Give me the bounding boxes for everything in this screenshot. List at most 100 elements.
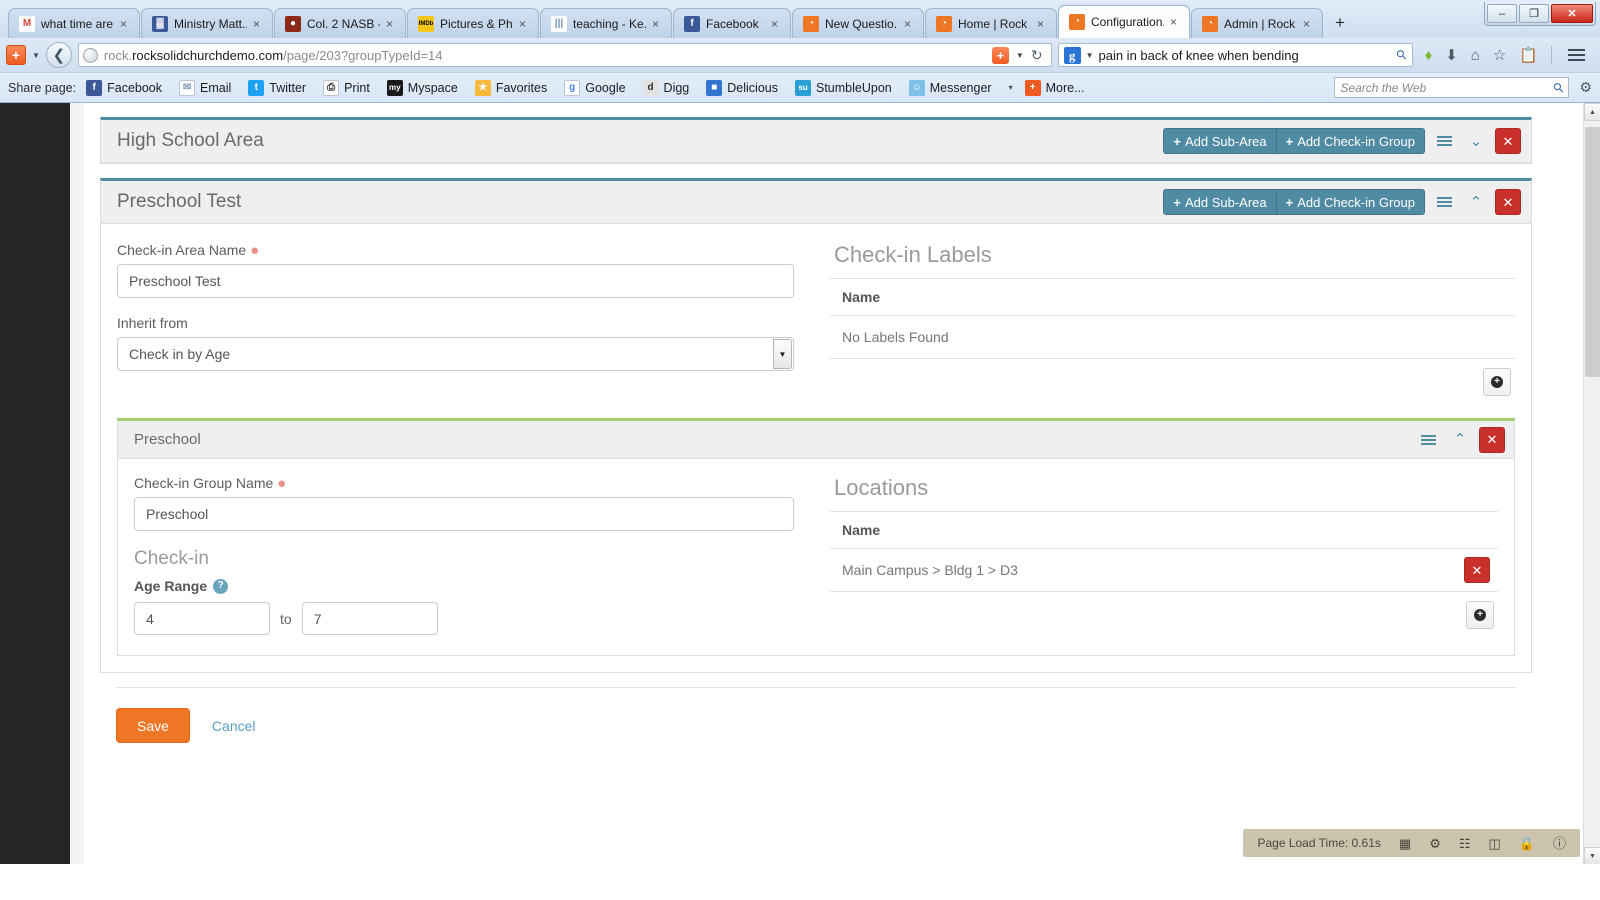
bookmark-star-icon[interactable]: ☆ <box>1493 48 1506 63</box>
blocks-icon[interactable]: ▦ <box>1399 837 1411 850</box>
sitemap-icon[interactable]: ☷ <box>1459 837 1471 850</box>
chevron-down-icon[interactable]: ⌄ <box>1463 128 1489 154</box>
search-input-value[interactable]: pain in back of knee when bending <box>1098 48 1392 63</box>
browser-tab[interactable]: ● Col. 2 NASB - ... × <box>274 8 406 38</box>
web-search-icon[interactable]: ⚲ <box>1550 78 1568 96</box>
reorder-icon[interactable] <box>1431 128 1457 154</box>
close-window-button[interactable]: ✕ <box>1551 4 1593 23</box>
add-sub-area-button[interactable]: + Add Sub-Area <box>1163 189 1277 215</box>
reorder-icon[interactable] <box>1415 427 1441 453</box>
extension-plus-icon[interactable]: + <box>6 45 26 65</box>
browser-search-bar[interactable]: g ▼ pain in back of knee when bending ⚲ <box>1057 43 1413 67</box>
scroll-up-arrow-icon[interactable]: ▲ <box>1584 103 1600 121</box>
share-more-caret-icon[interactable]: ▾ <box>1009 83 1013 92</box>
reload-icon[interactable]: ↻ <box>1031 47 1043 64</box>
share-item-stumbleupon[interactable]: su StumbleUpon <box>794 79 892 96</box>
lock-icon[interactable]: 🔒 <box>1519 837 1535 850</box>
area-name-input[interactable] <box>117 264 794 298</box>
delete-location-button[interactable]: ✕ <box>1464 557 1490 583</box>
reorder-icon[interactable] <box>1431 189 1457 215</box>
add-checkin-label-button[interactable]: + <box>1483 368 1511 396</box>
scroll-down-arrow-icon[interactable]: ▼ <box>1584 847 1600 865</box>
address-dropdown-caret-icon[interactable]: ▼ <box>1016 51 1024 60</box>
browser-tab[interactable]: IMDb Pictures & Ph... × <box>407 8 539 38</box>
close-tab-icon[interactable]: × <box>1170 16 1181 28</box>
close-tab-icon[interactable]: × <box>1037 18 1048 30</box>
share-item-messenger[interactable]: ☺ Messenger <box>908 79 992 96</box>
close-tab-icon[interactable]: × <box>253 18 264 30</box>
add-location-button[interactable]: + <box>1466 601 1494 629</box>
page-scrollbar[interactable]: ▲ ▼ <box>1583 103 1600 865</box>
address-bar[interactable]: rock.rocksolidchurchdemo.com/page/203?gr… <box>77 43 1052 67</box>
browser-tab[interactable]: ◔ New Questio... × <box>792 8 924 38</box>
share-item-facebook[interactable]: f Facebook <box>86 79 162 96</box>
share-item-myspace[interactable]: my Myspace <box>386 79 458 96</box>
share-item-more[interactable]: + More... <box>1024 79 1085 96</box>
share-item-favorites[interactable]: ★ Favorites <box>474 79 547 96</box>
menu-icon[interactable] <box>1565 47 1588 63</box>
browser-tab[interactable]: ◔ Admin | Rock ... × <box>1191 8 1323 38</box>
share-item-twitter[interactable]: t Twitter <box>248 79 306 96</box>
cancel-button[interactable]: Cancel <box>212 718 256 734</box>
browser-tab-title: Configuration... <box>1091 15 1164 29</box>
browser-tab-title: what time are... <box>41 16 114 31</box>
scrollbar-thumb[interactable] <box>1585 127 1600 377</box>
share-item-delicious[interactable]: ■ Delicious <box>706 79 778 96</box>
evernote-icon[interactable]: ♦ <box>1425 48 1433 63</box>
restore-button[interactable]: ❐ <box>1519 4 1549 23</box>
help-icon[interactable]: ? <box>213 578 229 594</box>
browser-tab[interactable]: ◔ Home | Rock ... × <box>925 8 1057 38</box>
form-actions: Save Cancel <box>116 687 1516 743</box>
delete-group-button[interactable]: ✕ <box>1479 426 1505 453</box>
browser-tab[interactable]: ◔ Configuration... × <box>1058 5 1190 38</box>
close-tab-icon[interactable]: × <box>120 18 131 30</box>
gear-icon[interactable]: ⚙ <box>1429 837 1441 850</box>
browser-tab[interactable]: Mwhat time are... × <box>8 8 140 38</box>
age-range-label: Age Range ? <box>134 578 794 594</box>
add-sub-area-button[interactable]: + Add Sub-Area <box>1163 128 1277 154</box>
new-tab-button[interactable]: + <box>1328 11 1352 35</box>
share-settings-gear-icon[interactable]: ⚙ <box>1579 79 1592 96</box>
share-item-email[interactable]: ✉ Email <box>179 79 231 96</box>
reading-list-icon[interactable]: 📋 <box>1519 48 1538 63</box>
browser-tab[interactable]: f Facebook × <box>673 8 791 38</box>
required-marker-icon: ● <box>250 242 260 259</box>
close-tab-icon[interactable]: × <box>771 18 782 30</box>
addthis-icon[interactable]: + <box>991 46 1009 64</box>
close-tab-icon[interactable]: × <box>904 18 915 30</box>
home-icon[interactable]: ⌂ <box>1471 48 1480 63</box>
share-item-google[interactable]: g Google <box>564 79 626 96</box>
close-tab-icon[interactable]: × <box>652 18 663 30</box>
close-tab-icon[interactable]: × <box>519 18 530 30</box>
extension-dropdown-caret-icon[interactable]: ▼ <box>32 51 40 60</box>
add-checkin-group-button[interactable]: + Add Check-in Group <box>1276 189 1425 215</box>
chevron-up-icon[interactable]: ⌃ <box>1447 427 1473 453</box>
save-button[interactable]: Save <box>116 708 190 743</box>
browser-tab[interactable]: ||| teaching - Ke... × <box>540 8 672 38</box>
browser-tab[interactable]: ▓ Ministry Matt... × <box>141 8 273 38</box>
group-name-input[interactable] <box>134 497 794 531</box>
info-icon[interactable]: ⓘ <box>1553 837 1566 850</box>
back-button[interactable]: ❮ <box>45 42 72 68</box>
close-tab-icon[interactable]: × <box>386 18 397 30</box>
share-item-print[interactable]: ⎙ Print <box>323 79 370 96</box>
delete-area-button[interactable]: ✕ <box>1495 128 1521 154</box>
table-header-row: Name <box>830 278 1515 316</box>
chevron-up-icon[interactable]: ⌃ <box>1463 189 1489 215</box>
web-search-input[interactable]: Search the Web ⚲ <box>1334 77 1570 98</box>
google-search-provider-icon[interactable]: g <box>1063 46 1081 64</box>
inherit-from-select[interactable]: Check in by Age <box>117 337 794 371</box>
columns-icon[interactable]: ◫ <box>1489 837 1501 850</box>
search-provider-caret-icon[interactable]: ▼ <box>1086 51 1094 60</box>
inherit-from-select-wrapper: Check in by Age ▼ <box>117 337 794 371</box>
age-max-input[interactable] <box>301 602 438 635</box>
age-min-input[interactable] <box>134 602 270 635</box>
add-checkin-group-button[interactable]: + Add Check-in Group <box>1276 128 1425 154</box>
table-header-row: Name <box>830 511 1498 549</box>
share-item-digg[interactable]: d Digg <box>642 79 689 96</box>
search-icon[interactable]: ⚲ <box>1393 46 1411 64</box>
close-tab-icon[interactable]: × <box>1303 18 1314 30</box>
download-icon[interactable]: ⬇ <box>1445 48 1458 63</box>
minimize-button[interactable]: – <box>1487 4 1517 23</box>
delete-area-button[interactable]: ✕ <box>1495 189 1521 215</box>
